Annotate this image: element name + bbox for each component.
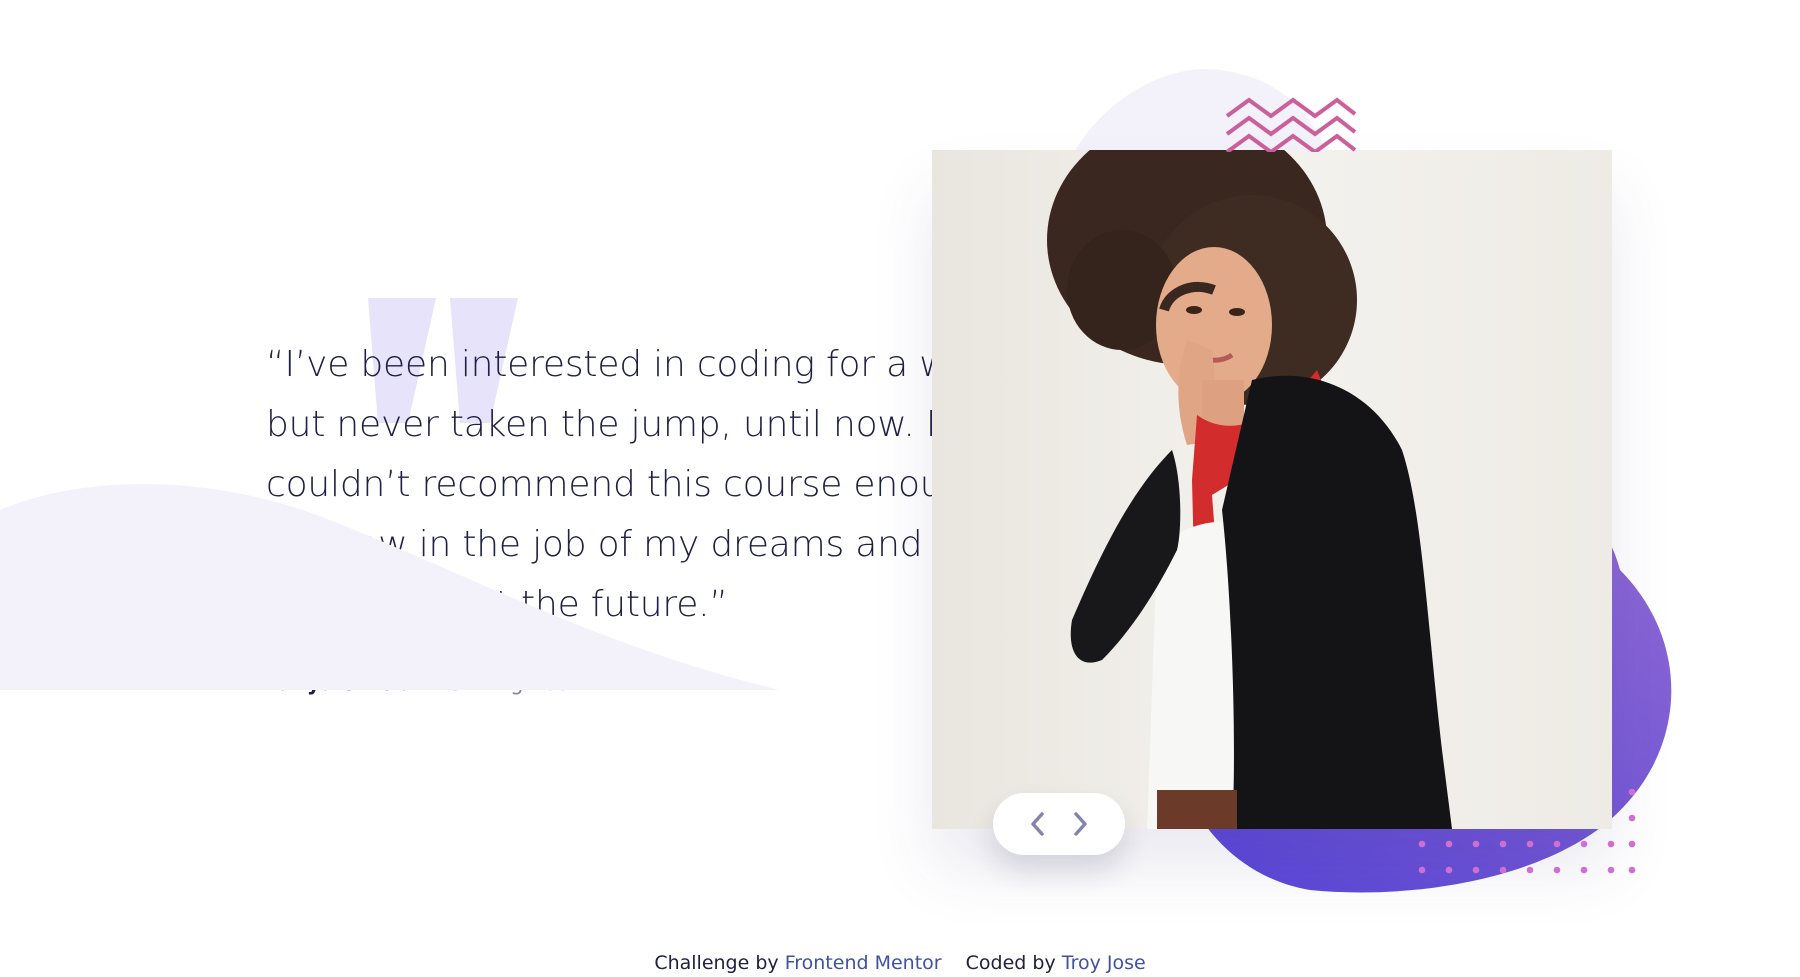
coded-prefix: Coded by <box>965 952 1056 974</box>
page: “I’ve been interested in coding for a wh… <box>0 0 1800 977</box>
previous-button[interactable] <box>1026 809 1048 839</box>
author-link[interactable]: Troy Jose <box>1062 952 1146 974</box>
challenge-prefix: Challenge by <box>654 952 779 974</box>
next-button[interactable] <box>1070 809 1092 839</box>
curve-background <box>0 484 780 690</box>
dot-pattern <box>1418 788 1636 874</box>
profile-photo <box>932 150 1612 829</box>
attribution-footer: Challenge by Frontend Mentor Coded by Tr… <box>0 952 1800 974</box>
portrait-image <box>932 150 1612 829</box>
slider-navigation <box>993 793 1125 855</box>
chevron-left-icon <box>1031 812 1044 836</box>
zigzag-decoration <box>1225 97 1357 152</box>
chevron-right-icon <box>1074 812 1087 836</box>
frontend-mentor-link[interactable]: Frontend Mentor <box>785 952 942 974</box>
